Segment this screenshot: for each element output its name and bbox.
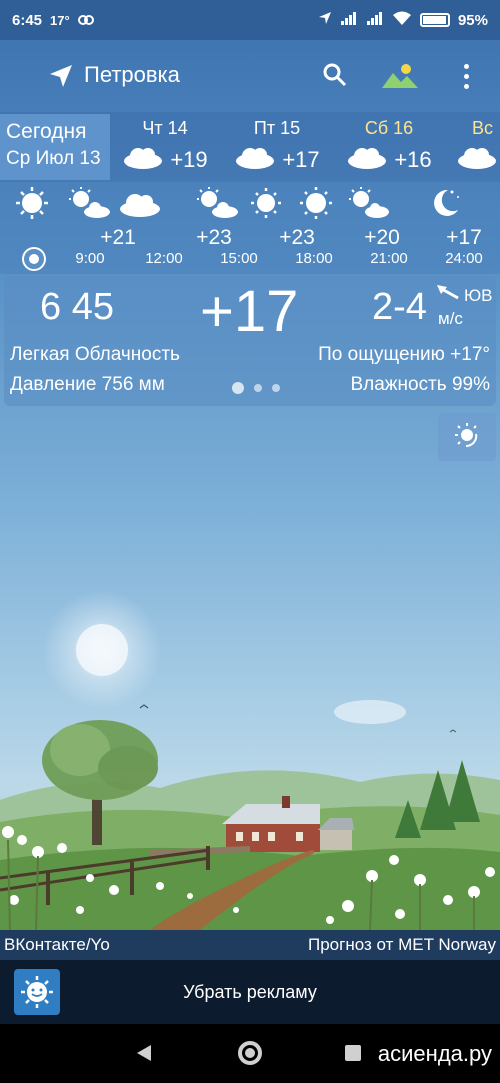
page-dot-active	[232, 382, 244, 394]
page-dot	[254, 384, 262, 392]
back-icon[interactable]	[136, 1044, 152, 1067]
page-dot	[272, 384, 280, 392]
current-time: 6 45	[40, 286, 114, 328]
system-nav-bar: асиенда.ру	[0, 1024, 500, 1083]
wind-direction: ЮВ	[464, 285, 493, 305]
day-label: Чт 14	[142, 118, 188, 138]
hour-now-icon	[0, 186, 64, 220]
location-arrow-icon[interactable]	[48, 63, 74, 94]
cloud-icon	[346, 145, 388, 175]
condition-text: Легкая Облачность	[10, 344, 180, 365]
hour-time: 12:00	[145, 250, 183, 267]
wind-speed: 2-4	[372, 286, 427, 328]
cloud-icon	[108, 186, 172, 220]
city-name[interactable]: Петровка	[84, 62, 180, 88]
top-bar: Петровка	[0, 40, 500, 112]
humidity: Влажность 99%	[350, 374, 490, 395]
page-indicator	[232, 382, 280, 394]
hour-time: 18:00	[295, 250, 333, 267]
hour-temp: +23	[279, 226, 315, 249]
partly-cloudy-icon	[336, 186, 400, 220]
battery-level: 95%	[457, 11, 488, 29]
search-icon[interactable]	[322, 62, 348, 93]
moon-icon	[410, 186, 474, 220]
credit-left-link[interactable]: ВКонтакте/Yo	[4, 935, 110, 955]
current-temperature: +17	[200, 279, 299, 344]
more-options-icon[interactable]	[458, 62, 474, 89]
day-item[interactable]: Сб 16 +16	[334, 118, 444, 175]
day-item[interactable]: Вс	[440, 118, 500, 175]
home-icon[interactable]	[238, 1041, 262, 1065]
app-logo-icon	[14, 969, 60, 1015]
current-conditions-panel[interactable]: 6 45 +17 2-4 ЮВ м/с Легкая Облачность По…	[4, 276, 496, 406]
link-icon	[77, 12, 94, 29]
hour-time: 9:00	[75, 250, 105, 267]
pressure: Давление 756 мм	[10, 374, 165, 395]
wind-direction-group: ЮВ	[436, 284, 493, 307]
hour-icon	[336, 186, 400, 220]
today-label: Сегодня	[6, 120, 87, 143]
wifi-icon	[392, 11, 412, 30]
cloud-icon	[122, 145, 164, 175]
hour-temp: +20	[364, 226, 400, 249]
status-bar: 6:45 17° 95%	[0, 0, 500, 40]
remove-ads-button[interactable]: Убрать рекламу	[0, 982, 500, 1003]
cloud-icon	[234, 145, 276, 175]
day-item[interactable]: Чт 14 +19	[110, 118, 220, 175]
day-temp: +17	[282, 147, 320, 172]
status-time: 6:45	[12, 11, 43, 29]
background-picker-icon[interactable]	[381, 62, 419, 95]
signal-icon	[340, 11, 358, 29]
hour-temp: +23	[196, 226, 232, 249]
credits-bar: ВКонтакте/Yo Прогноз от MET Norway	[0, 930, 500, 960]
day-item[interactable]: Пт 15 +17	[222, 118, 332, 175]
battery-icon	[419, 13, 450, 27]
remove-ads-bar[interactable]: Убрать рекламу	[0, 960, 500, 1024]
landscape-illustration	[0, 590, 500, 930]
wind-arrow-icon	[436, 284, 460, 307]
hour-temp: +21	[100, 226, 136, 249]
now-marker	[24, 249, 44, 269]
status-temp: 17°	[50, 12, 70, 28]
credit-right-link[interactable]: Прогноз от MET Norway	[308, 935, 496, 955]
hour-time: 24:00	[445, 250, 483, 267]
hour-temp: +17	[446, 226, 482, 249]
recent-apps-icon[interactable]	[345, 1045, 361, 1061]
feels-like: По ощущению +17°	[318, 344, 490, 365]
hour-icon	[410, 186, 474, 220]
watermark: асиенда.ру	[377, 1041, 492, 1066]
day-temp: +19	[170, 147, 208, 172]
daily-forecast-strip: Сегодня Ср Июл 13 Чт 14 +19 Пт 15 +17 Сб…	[0, 112, 500, 182]
hour-time: 15:00	[220, 250, 258, 267]
sun-times-button[interactable]	[438, 413, 496, 461]
day-label: Сб 16	[364, 118, 414, 138]
cloud-icon	[456, 145, 498, 175]
today-date: Ср Июл 13	[6, 148, 101, 169]
hourly-forecast-strip[interactable]: +21 +23 +23 +20 +17 9:00 12:00 15:00 18:…	[0, 182, 500, 274]
hour-time: 21:00	[370, 250, 408, 267]
sun-orbit-icon	[452, 420, 482, 455]
hour-icon	[108, 186, 172, 220]
day-label: Пт 15	[253, 118, 301, 138]
day-label: Вс	[472, 118, 494, 138]
signal-icon-2	[366, 11, 384, 29]
location-status-icon	[318, 11, 332, 29]
day-temp: +16	[394, 147, 432, 172]
sun-icon	[0, 186, 64, 220]
day-today[interactable]: Сегодня Ср Июл 13	[0, 114, 110, 180]
wind-unit: м/с	[438, 309, 463, 328]
